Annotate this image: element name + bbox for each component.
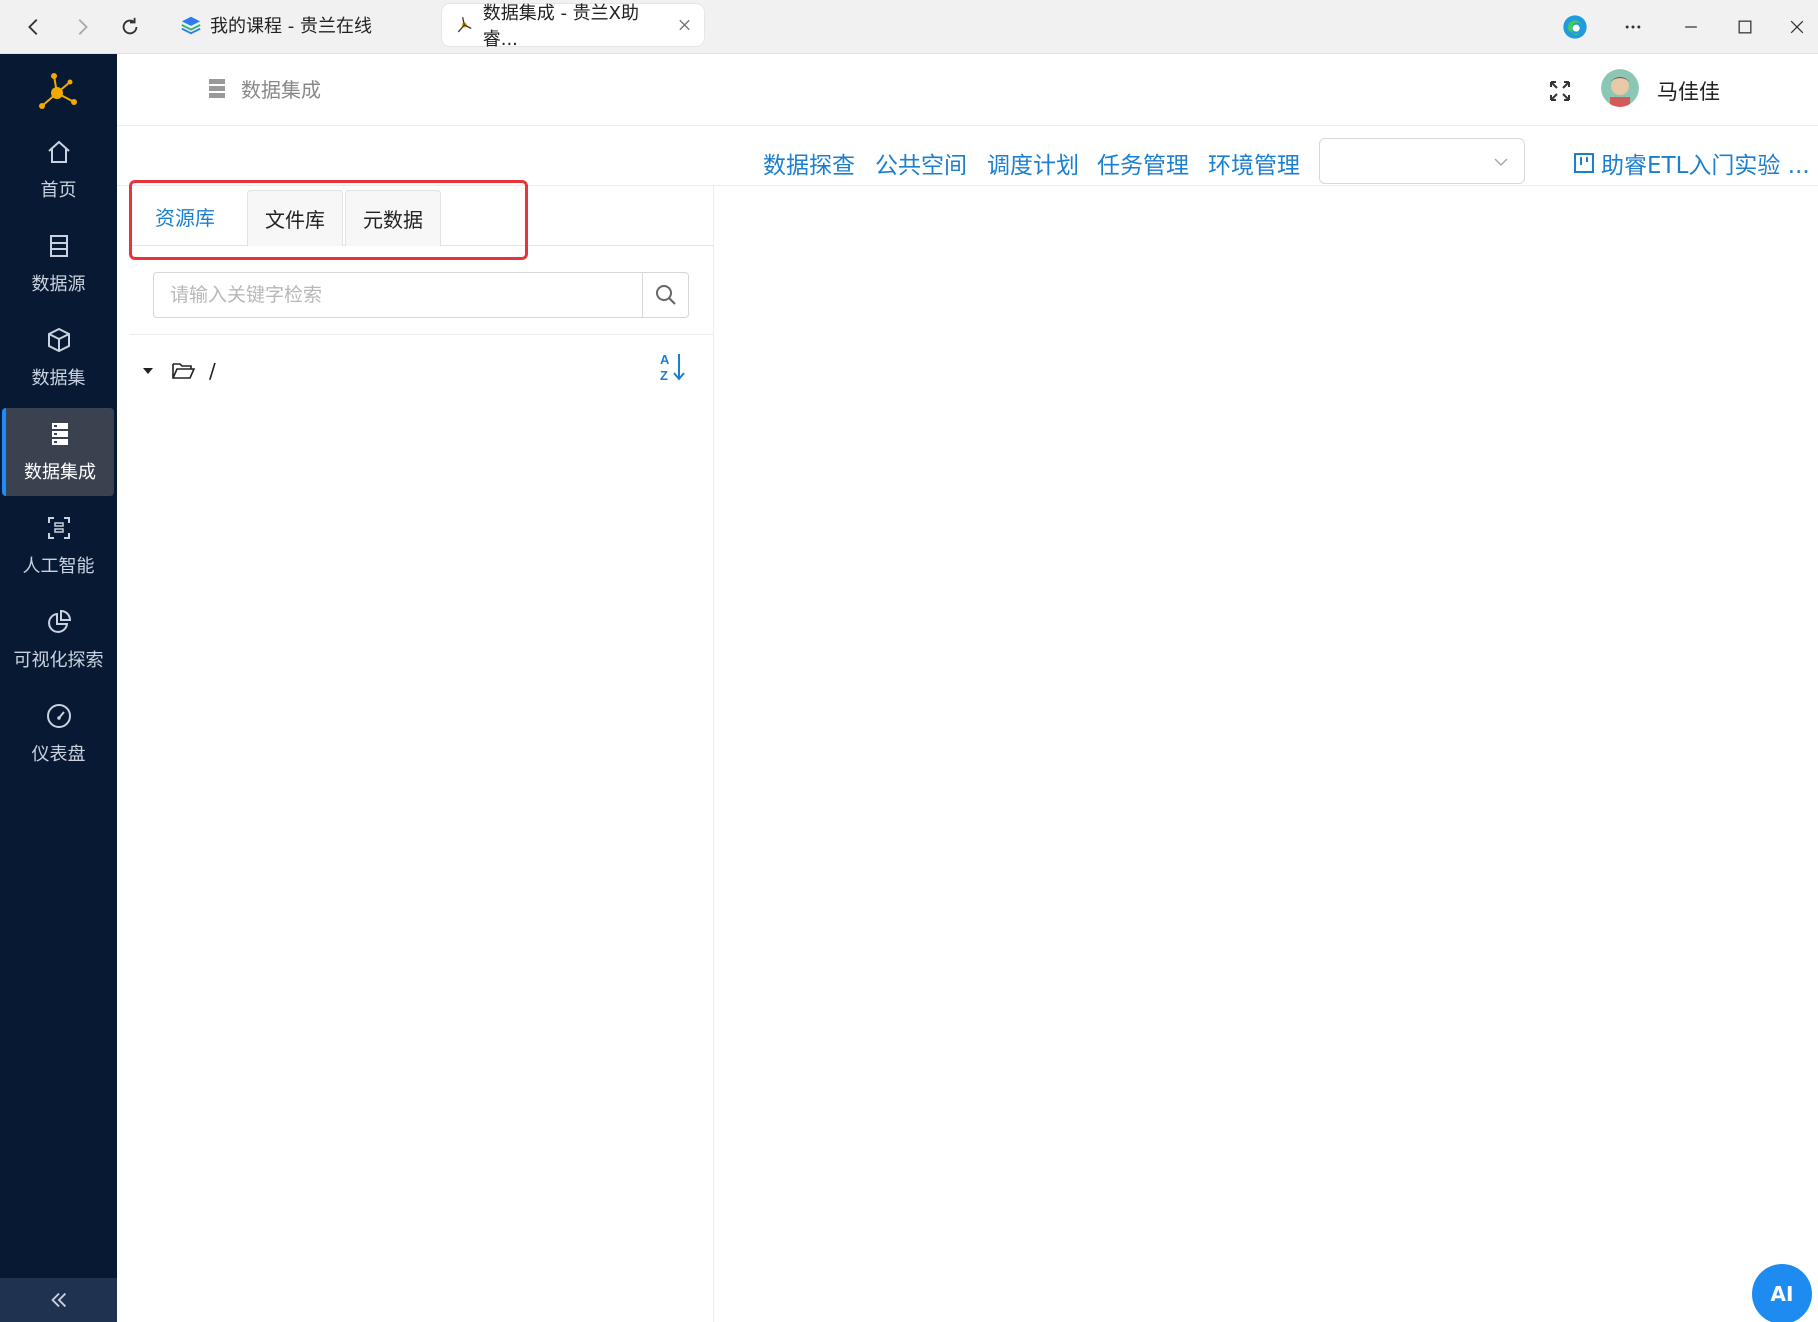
sidebar-item-label: 数据集成 xyxy=(24,462,96,483)
tab-file-library[interactable]: 文件库 xyxy=(247,190,343,246)
nav-link-task-management[interactable]: 任务管理 xyxy=(1097,146,1189,180)
caret-down-icon[interactable] xyxy=(141,364,155,378)
divider xyxy=(129,334,714,335)
server-stack-icon xyxy=(52,423,68,445)
avatar[interactable] xyxy=(1601,69,1639,107)
app-logo-icon[interactable] xyxy=(32,68,82,118)
sort-az-icon[interactable]: A Z xyxy=(657,350,687,384)
search-box xyxy=(153,272,689,318)
nav-link-public-space[interactable]: 公共空间 xyxy=(875,146,967,180)
sidebar-item-label: 仪表盘 xyxy=(31,744,86,765)
pie-chart-icon xyxy=(47,609,71,633)
window-close-icon[interactable] xyxy=(1778,8,1816,46)
sidebar-item-label: 首页 xyxy=(40,180,77,201)
sidebar-item-data-source[interactable]: 数据源 xyxy=(0,220,117,308)
svg-text:A: A xyxy=(660,352,670,367)
sidebar-item-label: 人工智能 xyxy=(22,556,95,577)
svg-text:Z: Z xyxy=(660,368,668,383)
sidebar-item-dataset[interactable]: 数据集 xyxy=(0,314,117,402)
forward-icon[interactable] xyxy=(64,9,100,45)
tree-root-node[interactable]: / xyxy=(141,354,701,388)
sidebar-item-data-integration[interactable]: 数据集成 xyxy=(2,408,114,496)
fullscreen-icon[interactable] xyxy=(1545,76,1575,106)
sidebar-item-home[interactable]: 首页 xyxy=(0,126,117,214)
project-label: 助睿ETL入门实验 ... xyxy=(1601,153,1810,179)
browser-toolbar: 我的课程 - 贵兰在线 数据集成 - 贵兰X助睿... xyxy=(0,0,1818,54)
ai-assistant-button[interactable]: AI xyxy=(1752,1264,1812,1322)
sidebar-item-dashboard[interactable]: 仪表盘 xyxy=(0,690,117,778)
browser-tab-data-integration[interactable]: 数据集成 - 贵兰X助睿... xyxy=(442,3,704,50)
environment-select[interactable] xyxy=(1319,138,1525,184)
double-chevron-left-icon xyxy=(50,1292,66,1308)
sidebar-item-label: 数据源 xyxy=(31,274,86,295)
maximize-icon[interactable] xyxy=(1726,8,1764,46)
app-header: 数据集成 马佳佳 xyxy=(117,54,1818,126)
edge-logo-icon[interactable] xyxy=(1556,8,1594,46)
module-toolbar: 数据探查 公共空间 调度计划 任务管理 环境管理 助睿ETL入门实验 ... xyxy=(117,126,1818,186)
chevron-down-icon xyxy=(1494,158,1508,167)
sidebar-item-label: 数据集 xyxy=(31,368,86,389)
sidebar: 首页 数据源 数据集 数据集成 人工智能 可视化探索 仪表盘 xyxy=(0,54,117,1322)
tab-resource-library[interactable]: 资源库 xyxy=(133,186,237,246)
sidebar-item-label: 可视化探索 xyxy=(13,650,104,671)
nav-link-schedule[interactable]: 调度计划 xyxy=(987,146,1079,180)
cube-icon xyxy=(47,327,70,353)
tab-title: 我的课程 - 贵兰在线 xyxy=(210,16,372,37)
sidebar-collapse-button[interactable] xyxy=(0,1278,117,1322)
sidebar-item-visual-explore[interactable]: 可视化探索 xyxy=(0,596,117,684)
search-button[interactable] xyxy=(642,273,688,317)
tab-metadata[interactable]: 元数据 xyxy=(345,190,441,246)
browser-tab-courses[interactable]: 我的课程 - 贵兰在线 xyxy=(168,4,430,46)
panel-tabs: 资源库 文件库 元数据 xyxy=(129,186,714,246)
nav-link-data-explore[interactable]: 数据探查 xyxy=(763,146,855,180)
home-icon xyxy=(47,140,70,163)
reload-icon[interactable] xyxy=(112,9,148,45)
folder-open-icon xyxy=(172,363,195,379)
sidebar-item-ai[interactable]: 人工智能 xyxy=(0,502,117,590)
app-logo-icon xyxy=(457,17,472,33)
gauge-icon xyxy=(46,704,71,728)
nav-link-environment[interactable]: 环境管理 xyxy=(1208,146,1300,180)
stack-logo-icon xyxy=(181,16,201,35)
tab-title: 数据集成 - 贵兰X助睿... xyxy=(482,3,639,50)
close-icon[interactable] xyxy=(677,17,692,33)
server-stack-icon xyxy=(209,78,225,98)
database-icon xyxy=(49,235,68,257)
page-title-text: 数据集成 xyxy=(241,78,321,102)
search-icon xyxy=(655,285,676,305)
tree-root-label: / xyxy=(209,359,216,383)
minimize-icon[interactable] xyxy=(1672,8,1710,46)
back-icon[interactable] xyxy=(16,9,52,45)
page-title: 数据集成 xyxy=(207,74,321,103)
search-input[interactable] xyxy=(154,273,642,317)
ai-scan-icon xyxy=(47,517,70,539)
more-icon[interactable] xyxy=(1614,8,1652,46)
project-link[interactable]: 助睿ETL入门实验 ... xyxy=(1573,146,1810,180)
resource-panel: 资源库 文件库 元数据 / A Z xyxy=(117,180,714,1322)
board-icon xyxy=(1574,153,1594,173)
user-name[interactable]: 马佳佳 xyxy=(1657,76,1720,106)
